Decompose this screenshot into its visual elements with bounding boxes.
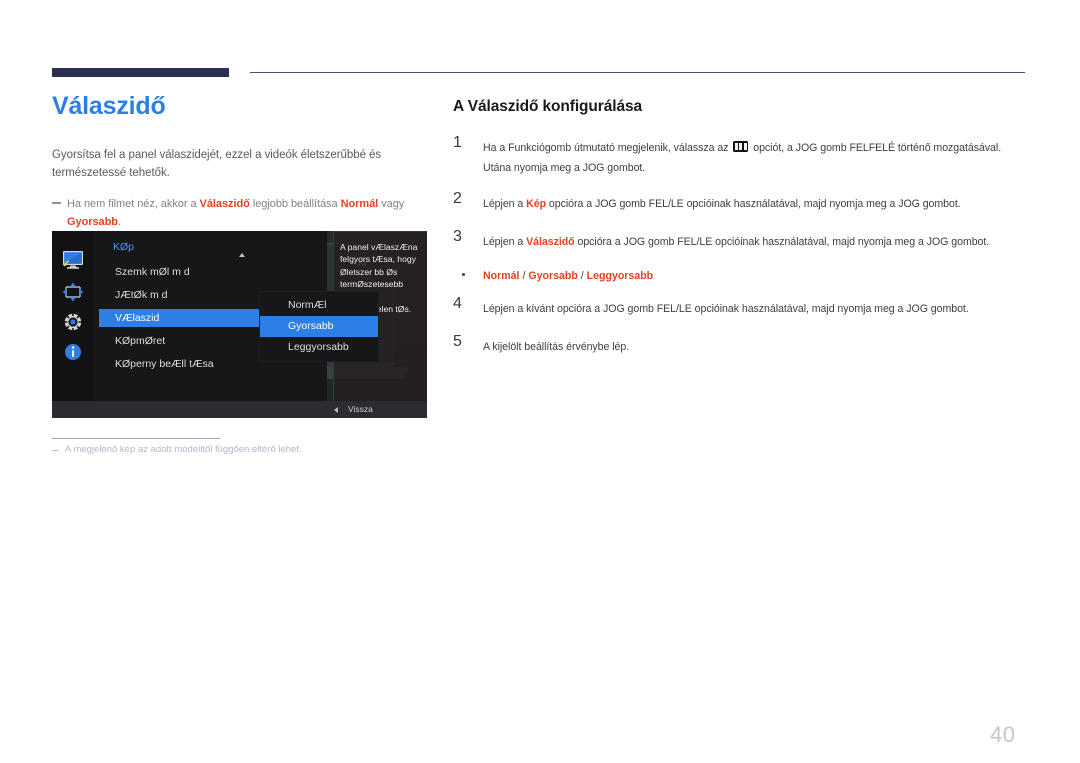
manual-page: Válaszidő Gyorsítsa fel a panel válaszid… — [0, 0, 1080, 763]
option-leggyorsabb: Leggyorsabb — [586, 270, 654, 283]
osd-submenu-item-selected[interactable]: Gyorsabb — [260, 316, 378, 337]
instruction-step: 1 Ha a Funkciógomb útmutató megjelenik, … — [453, 134, 1025, 178]
caption-divider — [52, 438, 220, 439]
section-title: A Válaszidő konfigurálása — [453, 98, 643, 115]
note-keyword-normal: Normál — [340, 198, 379, 211]
osd-submenu-panel: NormÆl Gyorsabb Leggyorsabb — [259, 291, 379, 362]
checkmark-icon: ✔ — [62, 259, 71, 270]
options-list: Normál / Gyorsabb / Leggyorsabb — [483, 270, 653, 282]
osd-menu-item[interactable]: Szemk mØl m d — [99, 263, 327, 281]
step-text: Lépjen a Válaszidő opcióra a JOG gomb FE… — [483, 232, 1025, 252]
note-keyword-valaszido: Válaszidő — [199, 198, 250, 211]
instruction-step: 4 Lépjen a kívánt opcióra a JOG gomb FEL… — [453, 295, 1025, 321]
instruction-step: 5 A kijelölt beállítás érvénybe lép. — [453, 333, 1025, 359]
step-number: 5 — [453, 333, 462, 351]
page-title: Válaszidő — [52, 92, 166, 120]
osd-back-label[interactable]: Vissza — [348, 404, 373, 414]
bullet-dot-icon — [462, 273, 465, 276]
note-prefix: Ha nem filmet néz, akkor a — [67, 198, 200, 211]
step-number: 2 — [453, 190, 462, 208]
osd-screenshot: Ki — [52, 231, 427, 418]
option-normal: Normál — [483, 270, 520, 283]
gear-icon[interactable] — [61, 311, 85, 333]
option-separator: / — [577, 270, 587, 283]
instruction-step: 3 Lépjen a Válaszidő opcióra a JOG gomb … — [453, 228, 1025, 254]
menu-bars-icon — [733, 141, 749, 152]
osd-submenu-item[interactable]: NormÆl — [260, 295, 378, 316]
page-number: 40 — [990, 722, 1016, 747]
note-block: Ha nem filmet néz, akkor a Válaszidő leg… — [52, 196, 437, 231]
step-text: Lépjen a Kép opcióra a JOG gomb FEL/LE o… — [483, 194, 1025, 214]
note-mid-2: vagy — [378, 198, 405, 211]
back-arrow-icon[interactable] — [334, 407, 338, 413]
note-dash-icon — [52, 202, 61, 205]
info-icon[interactable] — [61, 341, 85, 363]
image-caption: A megjelenő kép az adott modelltől függő… — [52, 444, 432, 455]
chevron-up-icon — [239, 253, 245, 257]
osd-icon-rail — [52, 231, 93, 418]
caption-text: A megjelenő kép az adott modelltől függő… — [65, 444, 302, 455]
left-column: Válaszidő Gyorsítsa fel a panel válaszid… — [52, 92, 437, 232]
header-accent-bar — [52, 68, 229, 77]
step-text: Lépjen a kívánt opcióra a JOG gomb FEL/L… — [483, 303, 969, 316]
option-gyorsabb: Gyorsabb — [528, 270, 578, 283]
step2-part-b: opcióra a JOG gomb FEL/LE opcióinak hasz… — [546, 198, 961, 211]
step3-part-a: Lépjen a — [483, 236, 527, 249]
step2-part-a: Lépjen a — [483, 198, 527, 211]
osd-menu-item-selected[interactable]: VÆlaszid — [99, 309, 272, 327]
caption-dash-icon — [52, 450, 58, 451]
options-bullet-row: Normál / Gyorsabb / Leggyorsabb — [453, 266, 1025, 285]
right-column: A Válaszidő konfigurálása 1 Ha a Funkció… — [453, 98, 1025, 375]
instruction-step: 2 Lépjen a Kép opcióra a JOG gomb FEL/LE… — [453, 190, 1025, 216]
feature-description: Gyorsítsa fel a panel válaszidejét, ezze… — [52, 148, 382, 179]
note-mid-1: legjobb beállítása — [249, 198, 341, 211]
step3-keyword: Válaszidő — [526, 236, 575, 249]
step1-part-a: Ha a Funkciógomb útmutató megjelenik, vá… — [483, 142, 732, 154]
osd-footer-bar: Vissza — [52, 401, 427, 418]
step3-part-b: opcióra a JOG gomb FEL/LE opcióinak hasz… — [574, 236, 990, 249]
step-number: 4 — [453, 295, 462, 313]
step-text: A kijelölt beállítás érvénybe lép. — [483, 341, 630, 354]
header-divider-line — [250, 72, 1025, 73]
step-text: Ha a Funkciógomb útmutató megjelenik, vá… — [483, 138, 1025, 178]
step2-keyword: Kép — [526, 198, 547, 211]
note-suffix: . — [117, 215, 121, 228]
osd-submenu-item[interactable]: Leggyorsabb — [260, 337, 378, 358]
screen-adjust-icon[interactable] — [61, 281, 85, 303]
note-keyword-gyorsabb: Gyorsabb — [67, 215, 118, 228]
osd-menu-title: KØp — [113, 241, 135, 253]
step-number: 1 — [453, 134, 462, 151]
step-number: 3 — [453, 228, 462, 246]
